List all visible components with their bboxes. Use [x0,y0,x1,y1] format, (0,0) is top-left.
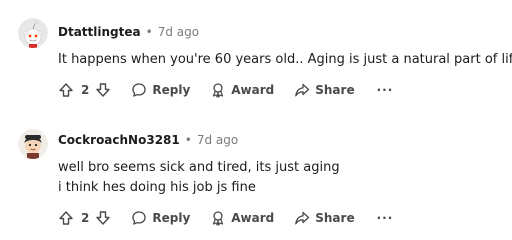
avatar[interactable] [18,18,48,48]
snoo-avatar-icon [18,18,48,48]
award-label: Award [231,211,275,225]
author-name[interactable]: Dtattlingtea [58,25,141,39]
author-name[interactable]: CockroachNo3281 [58,133,180,147]
vote-score: 2 [81,211,90,225]
downvote-arrow-icon[interactable] [95,82,111,98]
share-arrow-icon [295,211,310,225]
comment-meta: Dtattlingtea • 7d ago [58,23,199,41]
more-options-button[interactable]: ··· [377,83,394,97]
share-label: Share [315,83,355,97]
award-button[interactable]: Award [210,210,274,226]
reply-button[interactable]: Reply [131,82,190,98]
comment-actions: 2 Reply Award Share ··· [58,79,393,101]
comment-actions: 2 Reply Award Share ··· [58,207,393,229]
meta-separator: • [184,133,192,147]
downvote-arrow-icon[interactable] [95,210,111,226]
award-ribbon-icon [213,83,224,98]
speech-bubble-icon [132,211,147,225]
share-button[interactable]: Share [294,210,355,226]
upvote-arrow-icon[interactable] [58,210,74,226]
comment-body: well bro seems sick and tired, its just … [58,158,340,198]
comment-line: i think hes doing his job js fine [58,180,256,195]
reply-label: Reply [152,211,191,225]
vote-score: 2 [81,83,90,97]
award-ribbon-icon [213,211,224,226]
speech-bubble-icon [132,83,147,97]
comment-line: well bro seems sick and tired, its just … [58,160,340,175]
vote-group: 2 [58,210,111,226]
comment-meta: CockroachNo3281 • 7d ago [58,131,238,149]
comment: Dtattlingtea • 7d ago It happens when yo… [0,0,512,112]
share-label: Share [315,211,355,225]
award-label: Award [231,83,275,97]
vote-group: 2 [58,82,111,98]
timestamp[interactable]: 7d ago [158,25,199,39]
comment-line: It happens when you're 60 years old.. Ag… [58,52,512,67]
reply-button[interactable]: Reply [131,210,190,226]
award-button[interactable]: Award [210,82,274,98]
character-avatar-icon [18,129,48,159]
comment-body: It happens when you're 60 years old.. Ag… [58,50,512,70]
timestamp[interactable]: 7d ago [197,133,238,147]
share-arrow-icon [295,83,310,97]
comment: CockroachNo3281 • 7d ago well bro seems … [0,117,512,240]
share-button[interactable]: Share [294,82,355,98]
upvote-arrow-icon[interactable] [58,82,74,98]
more-options-button[interactable]: ··· [377,211,394,225]
meta-separator: • [145,25,153,39]
reply-label: Reply [152,83,191,97]
avatar[interactable] [18,129,48,159]
